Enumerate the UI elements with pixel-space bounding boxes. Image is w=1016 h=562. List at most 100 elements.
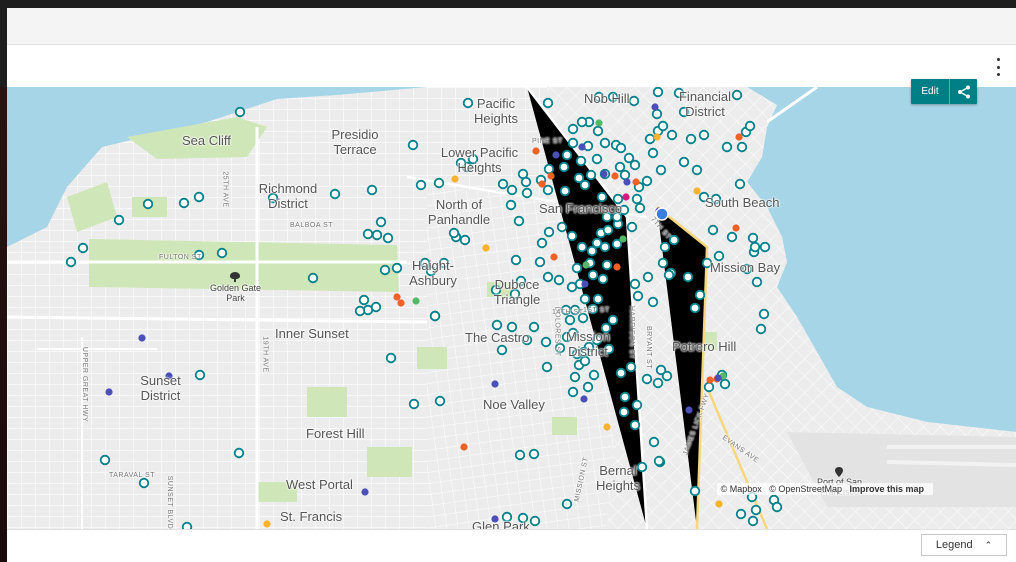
- map-marker[interactable]: [542, 184, 554, 196]
- map-marker[interactable]: [759, 241, 771, 253]
- map-marker[interactable]: [678, 156, 690, 168]
- map-marker[interactable]: [607, 314, 619, 326]
- map-marker[interactable]: [521, 187, 533, 199]
- map-marker[interactable]: [567, 386, 579, 398]
- map-marker[interactable]: [632, 290, 644, 302]
- map-marker-blue[interactable]: [105, 388, 113, 396]
- map-marker[interactable]: [569, 371, 581, 383]
- map-marker[interactable]: [354, 305, 366, 317]
- map-marker[interactable]: [751, 276, 763, 288]
- map-marker[interactable]: [707, 224, 719, 236]
- map-marker-yellow[interactable]: [715, 500, 723, 508]
- map-marker-blue[interactable]: [581, 280, 589, 288]
- map-marker[interactable]: [619, 169, 631, 181]
- map-marker[interactable]: [582, 381, 594, 393]
- map-marker[interactable]: [666, 129, 678, 141]
- map-marker[interactable]: [648, 436, 660, 448]
- map-marker[interactable]: [647, 296, 659, 308]
- improve-map-link[interactable]: Improve this map: [849, 484, 924, 494]
- map-marker[interactable]: [659, 241, 671, 253]
- map-marker[interactable]: [585, 169, 597, 181]
- map-marker-orange[interactable]: [732, 224, 740, 232]
- map-marker[interactable]: [459, 234, 471, 246]
- map-marker[interactable]: [626, 221, 638, 233]
- map-marker-blue[interactable]: [623, 178, 631, 186]
- share-button[interactable]: [949, 79, 977, 104]
- map-marker[interactable]: [216, 247, 228, 259]
- map-marker[interactable]: [496, 344, 508, 356]
- map-marker[interactable]: [682, 271, 694, 283]
- map-marker-yellow[interactable]: [603, 423, 611, 431]
- map-marker-yellow[interactable]: [451, 175, 459, 183]
- map-marker[interactable]: [642, 271, 654, 283]
- map-marker[interactable]: [385, 352, 397, 364]
- map-marker[interactable]: [629, 419, 641, 431]
- map-marker[interactable]: [513, 215, 525, 227]
- map-marker[interactable]: [77, 242, 89, 254]
- map-marker[interactable]: [592, 125, 604, 137]
- map-marker[interactable]: [142, 198, 154, 210]
- map-marker[interactable]: [587, 269, 599, 281]
- map-marker[interactable]: [651, 108, 663, 120]
- map-marker[interactable]: [747, 515, 759, 527]
- map-marker[interactable]: [755, 323, 767, 335]
- map-marker[interactable]: [719, 378, 731, 390]
- map-marker[interactable]: [703, 381, 715, 393]
- map-marker[interactable]: [629, 159, 641, 171]
- map-canvas[interactable]: Sea Cliff Presidio Terrace Richmond Dist…: [7, 87, 1016, 529]
- map-marker-green[interactable]: [595, 119, 603, 127]
- map-marker-orange[interactable]: [632, 178, 640, 186]
- map-marker[interactable]: [758, 308, 770, 320]
- map-marker-orange[interactable]: [735, 133, 743, 141]
- map-marker[interactable]: [599, 137, 611, 149]
- map-marker-blue[interactable]: [600, 170, 608, 178]
- map-marker[interactable]: [588, 369, 600, 381]
- map-marker[interactable]: [641, 175, 653, 187]
- map-marker[interactable]: [597, 273, 609, 285]
- map-marker[interactable]: [579, 179, 591, 191]
- map-marker[interactable]: [579, 293, 591, 305]
- map-marker[interactable]: [721, 141, 733, 153]
- map-marker[interactable]: [615, 142, 627, 154]
- map-marker-yellow[interactable]: [482, 244, 490, 252]
- map-marker[interactable]: [576, 241, 588, 253]
- map-marker[interactable]: [407, 139, 419, 151]
- map-marker-yellow[interactable]: [653, 133, 661, 141]
- map-marker[interactable]: [647, 147, 659, 159]
- map-marker[interactable]: [542, 97, 554, 109]
- map-marker[interactable]: [391, 262, 403, 274]
- map-marker[interactable]: [634, 202, 646, 214]
- map-marker-orange[interactable]: [613, 263, 621, 271]
- map-marker-blue[interactable]: [552, 151, 560, 159]
- map-marker[interactable]: [631, 399, 643, 411]
- map-marker[interactable]: [615, 367, 627, 379]
- map-marker[interactable]: [506, 184, 518, 196]
- map-marker[interactable]: [698, 129, 710, 141]
- map-marker[interactable]: [586, 245, 598, 257]
- map-marker[interactable]: [631, 193, 643, 205]
- map-marker-blue[interactable]: [685, 406, 693, 414]
- map-marker[interactable]: [528, 321, 540, 333]
- map-marker[interactable]: [735, 508, 747, 520]
- map-marker-orange[interactable]: [393, 293, 401, 301]
- map-marker[interactable]: [747, 232, 759, 244]
- map-marker-blue[interactable]: [578, 143, 586, 151]
- map-marker[interactable]: [505, 199, 517, 211]
- map-marker[interactable]: [567, 137, 579, 149]
- map-marker[interactable]: [234, 106, 246, 118]
- map-marker[interactable]: [625, 361, 637, 373]
- map-marker[interactable]: [592, 293, 604, 305]
- map-marker[interactable]: [433, 177, 445, 189]
- map-marker[interactable]: [750, 504, 762, 516]
- osm-attribution-link[interactable]: © OpenStreetMap: [769, 484, 842, 494]
- map-marker[interactable]: [657, 120, 669, 132]
- map-marker[interactable]: [553, 274, 565, 286]
- map-marker[interactable]: [366, 184, 378, 196]
- map-marker[interactable]: [591, 153, 603, 165]
- map-marker[interactable]: [448, 227, 460, 239]
- map-marker[interactable]: [113, 214, 125, 226]
- map-marker[interactable]: [655, 364, 667, 376]
- map-marker-green[interactable]: [412, 297, 420, 305]
- map-marker[interactable]: [629, 278, 641, 290]
- map-marker[interactable]: [726, 231, 738, 243]
